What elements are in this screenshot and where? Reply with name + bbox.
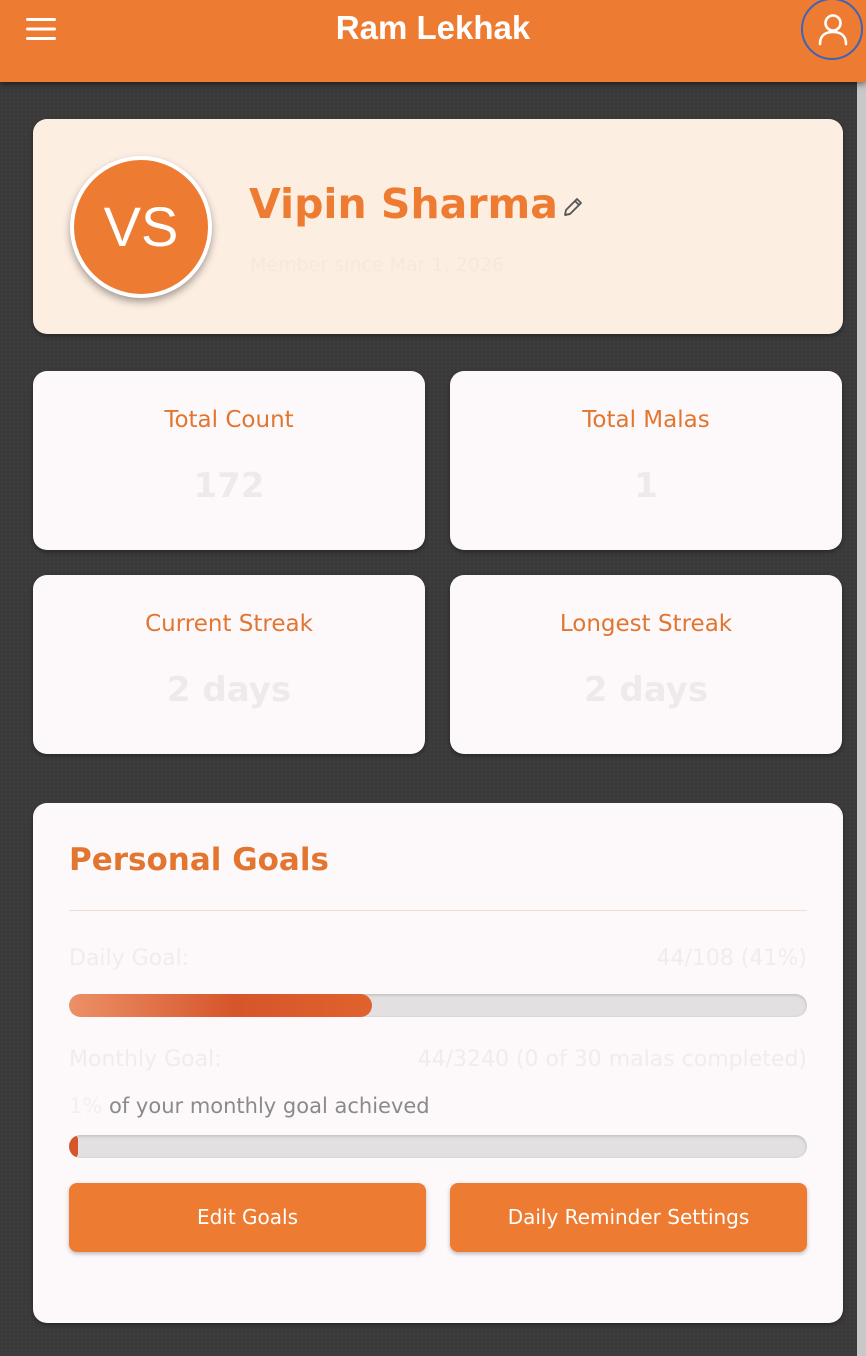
stat-value: 1 <box>634 466 658 506</box>
personal-goals-title: Personal Goals <box>69 842 329 878</box>
daily-goal-label: Daily Goal: <box>69 946 190 971</box>
app-bar: Ram Lekhak <box>0 0 866 82</box>
edit-profile-button[interactable] <box>561 195 585 219</box>
user-name: Vipin Sharma <box>249 180 558 228</box>
scrollbar[interactable] <box>857 82 866 1356</box>
stat-card-total-count: Total Count 172 <box>33 371 425 550</box>
stat-label: Longest Streak <box>559 611 733 637</box>
account-button[interactable] <box>801 0 863 60</box>
stat-card-total-malas: Total Malas 1 <box>450 371 842 550</box>
stat-value: 2 days <box>583 670 709 710</box>
avatar: VS <box>70 156 212 298</box>
edit-goals-button[interactable]: Edit Goals <box>69 1183 426 1252</box>
stat-value: 2 days <box>166 670 292 710</box>
member-since-text: Member since Mar 1, 2026 <box>250 254 504 276</box>
stat-card-longest-streak: Longest Streak 2 days <box>450 575 842 754</box>
monthly-goal-value: 44/3240 (0 of 30 malas completed) <box>417 1047 807 1072</box>
user-outline-icon <box>818 14 848 46</box>
stat-label: Current Streak <box>145 611 313 637</box>
stat-label: Total Malas <box>582 407 710 433</box>
stat-label: Total Count <box>164 407 294 433</box>
divider <box>69 910 807 911</box>
monthly-achieved-text: 1% of your monthly goal achieved <box>69 1094 430 1118</box>
daily-goal-progress-fill <box>69 994 372 1017</box>
monthly-goal-label: Monthly Goal: <box>69 1047 222 1072</box>
app-title: Ram Lekhak <box>335 9 531 46</box>
monthly-achieved-percent: 1% <box>69 1094 103 1118</box>
stat-value: 172 <box>193 466 265 506</box>
daily-reminder-settings-button[interactable]: Daily Reminder Settings <box>450 1183 807 1252</box>
stat-card-current-streak: Current Streak 2 days <box>33 575 425 754</box>
pencil-icon <box>564 198 582 216</box>
daily-goal-progress-bar <box>69 994 807 1017</box>
monthly-goal-progress-bar <box>69 1135 807 1158</box>
daily-goal-value: 44/108 (41%) <box>656 946 807 971</box>
monthly-achieved-caption: of your monthly goal achieved <box>102 1094 430 1118</box>
